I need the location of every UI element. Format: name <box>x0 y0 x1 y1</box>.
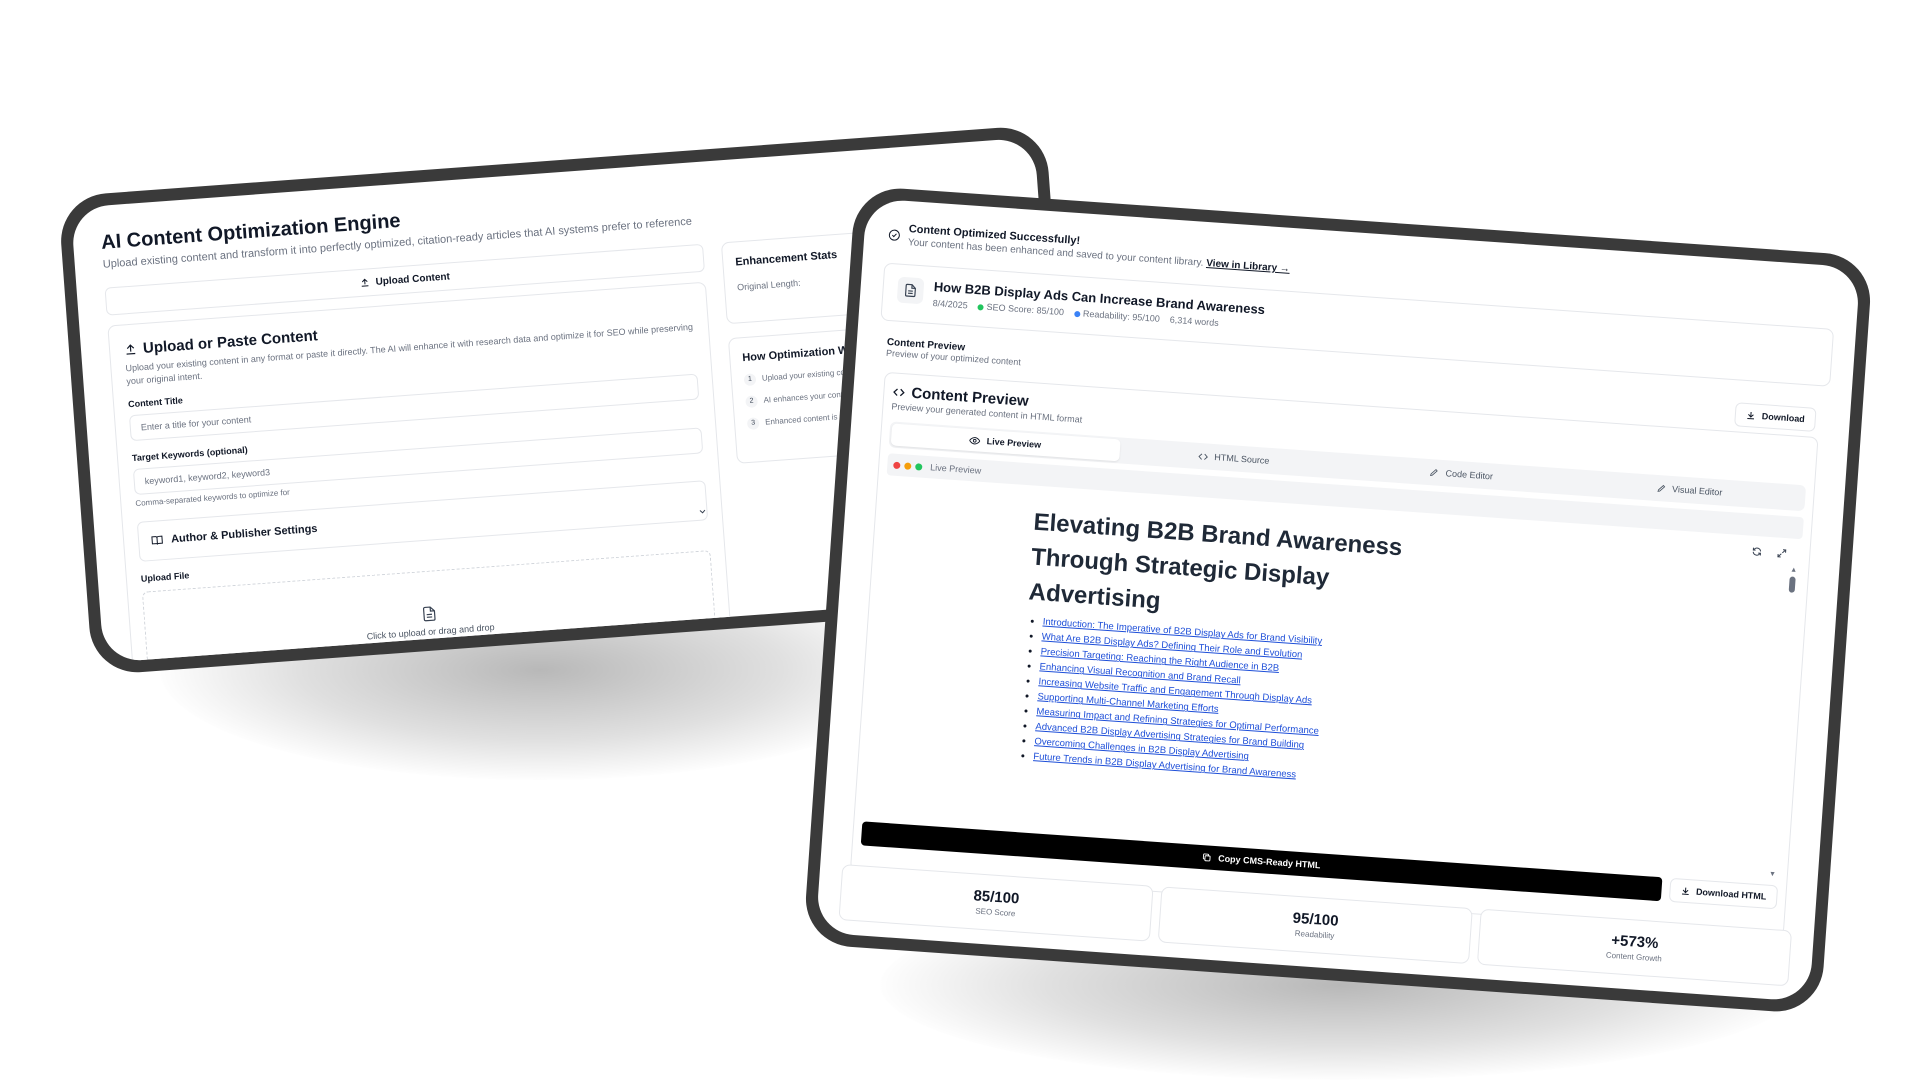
pencil-icon <box>1429 467 1440 478</box>
document-icon <box>896 276 925 305</box>
pencil-icon <box>1656 483 1667 494</box>
upload-icon <box>359 277 370 288</box>
upload-card: Upload or Paste Content Upload your exis… <box>107 281 735 663</box>
preview-bar-label: Live Preview <box>929 462 982 476</box>
traffic-light-red <box>893 461 901 469</box>
content-preview-card: Content Preview Preview your generated c… <box>849 371 1819 936</box>
right-tablet-frame: Content Optimized Successfully! Your con… <box>802 185 1874 1015</box>
readability-status-dot <box>1073 310 1081 317</box>
readability-text: Readability: 95/100 <box>1082 308 1161 324</box>
check-circle-icon <box>888 222 902 248</box>
metric-label: SEO Score <box>975 906 1016 919</box>
dropzone-text: Click to upload or drag and drop <box>366 621 495 642</box>
word-count: 6,314 words <box>1169 314 1220 328</box>
metric-value: 85/100 <box>972 887 1020 908</box>
seo-score-text: SEO Score: 85/100 <box>986 301 1065 318</box>
download-button-label: Download <box>1761 411 1806 425</box>
preview-heading: Elevating B2B Brand Awareness Through St… <box>1027 508 1404 615</box>
download-icon <box>1746 410 1757 421</box>
content-title-placeholder: Enter a title for your content <box>140 414 252 433</box>
copy-icon <box>1202 852 1213 863</box>
download-html-button[interactable]: Download HTML <box>1668 877 1779 910</box>
right-tablet-screen: Content Optimized Successfully! Your con… <box>815 198 1861 1002</box>
code-icon <box>892 385 906 399</box>
download-button[interactable]: Download <box>1734 402 1817 432</box>
metric-label: Content Growth <box>1605 950 1663 964</box>
tab-live-preview-label: Live Preview <box>986 436 1042 450</box>
metric-value: +573% <box>1610 931 1659 953</box>
tab-code-editor-label: Code Editor <box>1445 468 1494 482</box>
table-of-contents: Introduction: The Imperative of B2B Disp… <box>1017 616 1733 811</box>
book-icon <box>151 534 164 547</box>
author-publisher-settings-label: Author & Publisher Settings <box>170 522 318 546</box>
seo-status-dot <box>977 303 984 311</box>
refresh-icon[interactable] <box>1751 546 1763 561</box>
seo-score-meta: SEO Score: 85/100 <box>977 301 1064 317</box>
copy-cms-html-label: Copy CMS-Ready HTML <box>1217 853 1321 871</box>
scroll-down-arrow[interactable]: ▼ <box>1769 871 1776 878</box>
step-number: 2 <box>745 395 759 409</box>
metric-value: 95/100 <box>1292 909 1340 930</box>
preview-actions <box>1751 546 1788 562</box>
expand-icon[interactable] <box>1776 547 1788 562</box>
tab-html-source-label: HTML Source <box>1213 452 1270 466</box>
traffic-light-yellow <box>904 461 912 470</box>
tab-visual-editor-label: Visual Editor <box>1671 484 1723 498</box>
download-icon <box>1680 886 1691 897</box>
readability-meta: Readability: 95/100 <box>1073 308 1161 324</box>
scroll-up-arrow[interactable]: ▲ <box>1790 566 1797 573</box>
mockup-stage: AI Content Optimization Engine Upload ex… <box>0 0 1920 1080</box>
eye-icon <box>969 434 981 446</box>
keywords-placeholder: keyword1, keyword2, keyword3 <box>144 467 271 487</box>
upload-icon <box>124 343 138 357</box>
content-preview-section: Content Preview Preview of your optimize… <box>841 328 1830 953</box>
step-number: 1 <box>743 373 757 387</box>
upload-content-tab-label: Upload Content <box>375 270 451 288</box>
metric-label: Readability <box>1294 928 1335 941</box>
download-html-label: Download HTML <box>1695 886 1767 902</box>
step-number: 3 <box>746 417 760 430</box>
code-icon <box>1197 450 1209 462</box>
live-preview-pane[interactable]: Elevating B2B Brand Awareness Through St… <box>863 475 1802 879</box>
file-icon <box>421 604 438 623</box>
chevron-down-icon[interactable] <box>697 505 708 520</box>
main-column: Upload Content Upload or Paste Content U… <box>104 243 735 663</box>
preview-scrollbar[interactable] <box>1788 576 1796 593</box>
article-date: 8/4/2025 <box>932 298 969 311</box>
traffic-light-green <box>915 462 923 471</box>
